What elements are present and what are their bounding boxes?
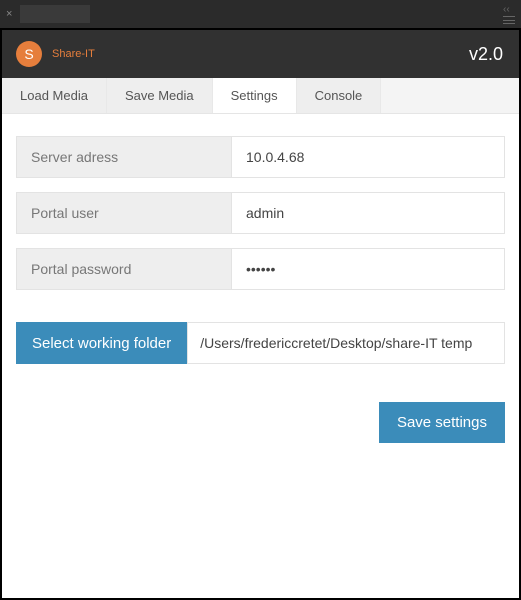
input-portal-user[interactable] [232,192,505,234]
app-name: Share-IT [52,48,95,60]
window-titlebar: × ‹‹ [0,0,521,28]
row-portal-password: Portal password [16,248,505,290]
tab-load-media[interactable]: Load Media [2,78,107,113]
app-badge-icon: S [16,41,42,67]
tab-console[interactable]: Console [297,78,382,113]
label-portal-password: Portal password [16,248,232,290]
tab-save-media[interactable]: Save Media [107,78,213,113]
row-server-address: Server adress [16,136,505,178]
settings-panel: Server adress Portal user Portal passwor… [2,114,519,598]
row-working-folder: Select working folder /Users/fredericcre… [16,322,505,364]
row-save: Save settings [16,402,505,443]
app-frame: S Share-IT v2.0 Load Media Save Media Se… [0,28,521,600]
row-portal-user: Portal user [16,192,505,234]
app-header: S Share-IT v2.0 [2,30,519,78]
tab-bar: Load Media Save Media Settings Console [2,78,519,114]
menu-icon[interactable] [503,16,515,24]
label-server-address: Server adress [16,136,232,178]
label-portal-user: Portal user [16,192,232,234]
save-settings-button[interactable]: Save settings [379,402,505,443]
window-controls-right: ‹‹ [503,4,515,24]
input-server-address[interactable] [232,136,505,178]
working-folder-path: /Users/fredericcretet/Desktop/share-IT t… [187,322,505,364]
window-title-placeholder [20,5,90,23]
expand-icon[interactable]: ‹‹ [503,4,515,15]
tab-settings[interactable]: Settings [213,78,297,113]
input-portal-password[interactable] [232,248,505,290]
app-inner: S Share-IT v2.0 Load Media Save Media Se… [2,30,519,598]
app-version: v2.0 [469,44,503,65]
close-icon[interactable]: × [6,8,18,20]
select-folder-button[interactable]: Select working folder [16,322,187,364]
